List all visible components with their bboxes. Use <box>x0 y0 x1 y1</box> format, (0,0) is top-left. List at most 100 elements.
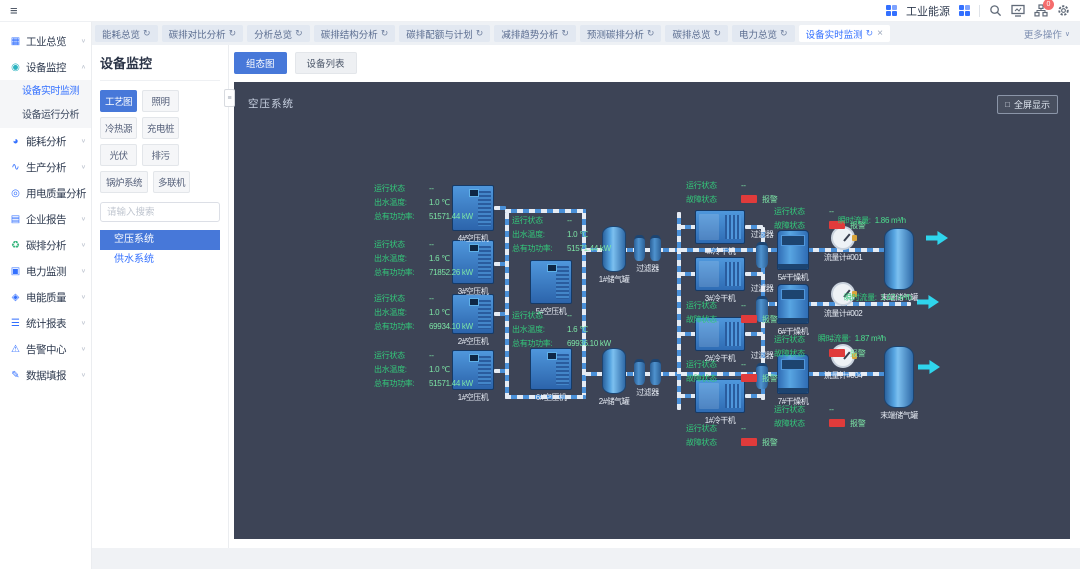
sidebar-item-1[interactable]: ◉设备监控∧ <box>0 54 91 80</box>
compressor-node[interactable] <box>530 260 572 304</box>
filter-button-6[interactable]: 锅炉系统 <box>100 171 148 193</box>
tab-refresh-icon[interactable]: ↻ <box>647 28 655 39</box>
settings-gear-icon[interactable] <box>1057 4 1070 17</box>
sidebar-item-10[interactable]: ⚠告警中心∨ <box>0 336 91 362</box>
tab-refresh-icon[interactable]: ↻ <box>866 28 874 39</box>
view-button-1[interactable]: 设备列表 <box>295 52 357 74</box>
tab-item-6[interactable]: 预测碳排分析↻ <box>580 25 662 42</box>
filter-button-1[interactable]: 照明 <box>142 90 179 112</box>
apps-menu-icon[interactable] <box>959 5 970 16</box>
tab-refresh-icon[interactable]: ↻ <box>295 28 303 39</box>
status-line: 运行状态-- <box>512 308 611 322</box>
status-label: 总有功功率: <box>512 338 562 349</box>
sidebar: ▦工业总览∨◉设备监控∧设备实时监测设备运行分析◕能耗分析∨∿生产分析∨◎用电质… <box>0 22 92 569</box>
status-label: 运行状态 <box>686 423 736 434</box>
tab-item-2[interactable]: 分析总览↻ <box>247 25 310 42</box>
endtank-node[interactable] <box>884 228 914 290</box>
tab-refresh-icon[interactable]: ↻ <box>476 28 484 39</box>
tab-refresh-icon[interactable]: ↻ <box>780 28 788 39</box>
sidebar-item-9[interactable]: ☰统计报表∨ <box>0 310 91 336</box>
status-value: 报警 <box>762 314 777 325</box>
status-line: 出水温度:1.0 ℃ <box>374 305 473 319</box>
apps-icon[interactable] <box>886 5 897 16</box>
panel-collapse-handle[interactable]: ≡ <box>224 89 235 107</box>
system-item-1[interactable]: 供水系统 <box>100 250 220 270</box>
menu-toggle-icon[interactable]: ≡ <box>10 4 18 17</box>
filterpair-node[interactable] <box>634 359 661 385</box>
footer <box>92 548 1080 569</box>
sidebar-item-5[interactable]: ▤企业报告∨ <box>0 206 91 232</box>
sidebar-item-8[interactable]: ◈电能质量∨ <box>0 284 91 310</box>
status-line: 故障状态报警 <box>686 371 777 385</box>
view-button-0[interactable]: 组态图 <box>234 52 287 74</box>
sidebar-item-7[interactable]: ▣电力监测∨ <box>0 258 91 284</box>
sidebar-item-6[interactable]: ♻碳排分析∨ <box>0 232 91 258</box>
sidebar-item-label: 碳排分析 <box>26 238 66 253</box>
flow-value: 1.87 m³/h <box>855 334 886 343</box>
filter-button-group: 工艺图照明冷热源充电桩光伏排污锅炉系统多联机 <box>100 90 220 193</box>
status-value: 1.0 ℃ <box>567 230 588 239</box>
tab-refresh-icon[interactable]: ↻ <box>229 28 237 39</box>
system-item-0[interactable]: 空压系统 <box>100 230 220 250</box>
sidebar-item-3[interactable]: ∿生产分析∨ <box>0 154 91 180</box>
more-actions-button[interactable]: 更多操作 ∨ <box>1024 27 1070 41</box>
filter-cylinder <box>634 235 645 261</box>
flow-value: 1.62 m³/h <box>881 293 912 302</box>
tab-item-5[interactable]: 减排趋势分析↻ <box>494 25 576 42</box>
status-line: 运行状态-- <box>686 298 777 312</box>
fullscreen-button[interactable]: □ 全屏显示 <box>997 95 1058 114</box>
tab-item-3[interactable]: 碳排结构分析↻ <box>314 25 396 42</box>
equipment-label: 2#空压机 <box>428 336 518 347</box>
filter-button-0[interactable]: 工艺图 <box>100 90 137 112</box>
tab-item-4[interactable]: 碳排配额与计划↻ <box>399 25 490 42</box>
tab-label: 减排趋势分析 <box>501 27 558 41</box>
sidebar-item-11[interactable]: ✎数据填报∨ <box>0 362 91 388</box>
tab-refresh-icon[interactable]: ↻ <box>561 28 569 39</box>
pie-icon: ◕ <box>9 136 22 147</box>
status-value: 1.0 ℃ <box>429 365 450 374</box>
filter-button-5[interactable]: 排污 <box>142 144 179 166</box>
sidebar-subitem-1[interactable]: 设备运行分析 <box>0 104 91 128</box>
org-alert-icon[interactable]: 0 <box>1034 4 1048 17</box>
tab-item-7[interactable]: 碳排总览↻ <box>665 25 728 42</box>
sidebar-subitem-0[interactable]: 设备实时监测 <box>0 80 91 104</box>
tab-item-1[interactable]: 碳排对比分析↻ <box>162 25 244 42</box>
filter-button-7[interactable]: 多联机 <box>153 171 190 193</box>
status-label: 运行状态 <box>774 404 824 415</box>
tab-label: 能耗总览 <box>102 27 140 41</box>
status-label: 出水温度: <box>374 364 424 375</box>
compressor-node[interactable] <box>530 348 572 390</box>
alarm-indicator <box>829 419 845 427</box>
endtank-node[interactable] <box>884 346 914 408</box>
tab-item-8[interactable]: 电力总览↻ <box>732 25 795 42</box>
status-line: 总有功功率:51571.44 kW <box>374 209 473 223</box>
status-line: 故障状态报警 <box>686 192 777 206</box>
bigscreen-icon[interactable] <box>1011 4 1025 17</box>
filter-button-2[interactable]: 冷热源 <box>100 117 137 139</box>
view-switcher: 组态图设备列表 <box>234 52 1076 74</box>
filter-button-4[interactable]: 光伏 <box>100 144 137 166</box>
status-label: 出水温度: <box>512 324 562 335</box>
status-line: 故障状态报警 <box>686 435 777 449</box>
tab-item-9[interactable]: 设备实时监测↻× <box>799 25 890 42</box>
filterpair-node[interactable] <box>634 235 661 261</box>
filter-button-3[interactable]: 充电桩 <box>142 117 179 139</box>
status-label: 运行状态 <box>686 359 736 370</box>
tab-refresh-icon[interactable]: ↻ <box>143 28 151 39</box>
tab-refresh-icon[interactable]: ↻ <box>713 28 721 39</box>
search-input[interactable] <box>100 202 220 222</box>
flow-label: 瞬时流量: <box>838 216 871 225</box>
tab-refresh-icon[interactable]: ↻ <box>381 28 389 39</box>
tab-close-icon[interactable]: × <box>877 28 883 39</box>
status-annotation: 运行状态--出水温度:1.0 ℃总有功功率:51571.44 kW <box>374 181 473 223</box>
status-line: 运行状态-- <box>374 237 473 251</box>
status-annotation: 运行状态--故障状态报警 <box>686 298 777 326</box>
flow-arrow-icon <box>926 231 948 245</box>
sidebar-item-0[interactable]: ▦工业总览∨ <box>0 28 91 54</box>
search-icon[interactable] <box>989 4 1002 17</box>
workspace-title: 工业能源 <box>906 3 950 19</box>
tab-item-0[interactable]: 能耗总览↻ <box>95 25 158 42</box>
sidebar-item-4[interactable]: ◎用电质量分析 <box>0 180 91 206</box>
sidebar-item-label: 数据填报 <box>26 368 66 383</box>
sidebar-item-2[interactable]: ◕能耗分析∨ <box>0 128 91 154</box>
